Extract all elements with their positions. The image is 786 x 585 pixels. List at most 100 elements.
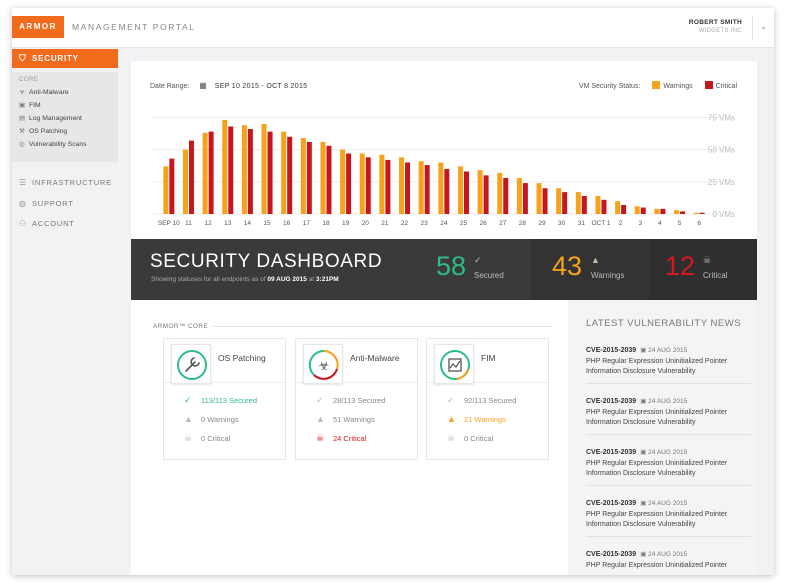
news-date-text: 24 AUG 2015 [648, 449, 688, 456]
x-tick-label: 17 [303, 220, 311, 227]
shield-icon: ⛉ [19, 53, 27, 63]
x-tick-label: 15 [263, 220, 271, 227]
chart-bar-critical [562, 192, 568, 214]
y-tick-label: 0 VMs [712, 210, 735, 219]
subtitle-time: 3:21PM [315, 276, 339, 283]
card-header: FIM [427, 339, 548, 384]
x-tick-label: 23 [421, 220, 429, 227]
stat-secured[interactable]: 58 ✓ Secured [421, 239, 531, 300]
sidebar-item-log-management[interactable]: ▤ Log Management [19, 114, 82, 122]
card-header: ☣ Anti-Malware [296, 339, 417, 384]
sidebar-item-label: Anti-Malware [29, 89, 69, 96]
core-label: CORE [19, 77, 39, 83]
document-icon: ▤ [19, 115, 26, 122]
x-tick-label: SEP 10 [158, 220, 180, 227]
sidebar-item-fim[interactable]: ▣ FIM [19, 101, 41, 109]
x-tick-label: 26 [479, 220, 487, 227]
chart-bar-critical [365, 157, 371, 214]
news-item[interactable]: CVE-2015-2039 ▣ 24 AUG 2015 PHP Regular E… [586, 345, 751, 377]
card-title: FIM [481, 353, 496, 363]
sidebar-item-infrastructure[interactable]: ☰ INFRASTRUCTURE [19, 178, 112, 187]
card-title: OS Patching [218, 353, 266, 363]
stat-critical[interactable]: 12 ☠ Critical [649, 239, 757, 300]
news-cve-id[interactable]: CVE-2015-2039 [586, 500, 636, 507]
date-range-value[interactable]: SEP 10 2015 - OCT 8 2015 [215, 83, 308, 90]
row-text: 28/113 Secured [333, 396, 386, 405]
news-item[interactable]: CVE-2015-2039 ▣ 24 AUG 2015 PHP Regular E… [586, 447, 751, 479]
date-range[interactable]: Date Range: ▦ SEP 10 2015 - OCT 8 2015 [150, 81, 307, 90]
card-row-secured: ✓ 28/113 Secured [316, 395, 385, 406]
news-cve-id[interactable]: CVE-2015-2039 [586, 398, 636, 405]
news-item[interactable]: CVE-2015-2039 ▣ 24 AUG 2015 PHP Regular E… [586, 498, 751, 530]
sidebar-item-security[interactable]: ⛉ SECURITY [12, 49, 118, 68]
news-item[interactable]: CVE-2015-2039 ▣ 24 AUG 2015 PHP Regular E… [586, 396, 751, 428]
chart-bar-warnings [457, 166, 463, 214]
card-row-warnings: ▲ 51 Warnings [316, 414, 375, 424]
chart-bar-warnings [359, 153, 365, 214]
legend-swatch-warnings [652, 81, 661, 89]
sidebar: ⛉ SECURITY CORE ☣ Anti-Malware ▣ FIM ▤ Log … [12, 48, 118, 575]
news-divider [586, 485, 751, 486]
stat-secured-label: Secured [474, 271, 504, 280]
chart-bar-critical [581, 195, 587, 214]
chart-bar-warnings [654, 208, 660, 214]
sidebar-item-account[interactable]: ⚇ ACCOUNT [19, 219, 75, 228]
news-cve-id[interactable]: CVE-2015-2039 [586, 347, 636, 354]
chart-bar-critical [640, 207, 646, 214]
chevron-down-icon[interactable]: ⌄ [760, 22, 767, 31]
user-org: WIDGETS INC [698, 28, 742, 34]
news-desc-line: PHP Regular Expression Uninitialized Poi… [586, 511, 728, 518]
sidebar-item-os-patching[interactable]: ⚒ OS Patching [19, 127, 67, 135]
chart-bar-critical [621, 204, 627, 214]
server-icon: ☰ [19, 178, 27, 187]
sidebar-item-support[interactable]: ◍ SUPPORT [19, 199, 74, 208]
chart-bar-warnings [281, 131, 287, 214]
chart-bar-warnings [241, 125, 247, 214]
core-card-fim[interactable]: FIM ✓ 92/113 Secured ▲ 21 Warnings ☠ 0 Crit… [426, 338, 549, 460]
row-text: 51 Warnings [333, 415, 375, 424]
news-cve-id[interactable]: CVE-2015-2039 [586, 449, 636, 456]
news-cve-id[interactable]: CVE-2015-2039 [586, 551, 636, 558]
sidebar-item-vulnerability-scans[interactable]: ◎ Vulnerability Scans [19, 140, 87, 148]
warning-icon: ▲ [447, 414, 456, 424]
core-card-os-patching[interactable]: OS Patching ✓ 113/113 Secured ▲ 0 Warnings… [163, 338, 286, 460]
warning-icon: ▲ [316, 414, 325, 424]
top-bar: ARMOR MANAGEMENT PORTAL ROBERT SMITH WID… [12, 8, 774, 48]
card-row-critical: ☠ 0 Critical [184, 433, 230, 444]
news-date: ▣ 24 AUG 2015 [640, 500, 688, 507]
row-text: 24 Critical [333, 434, 367, 443]
row-text: 0 Warnings [201, 415, 239, 424]
news-date: ▣ 24 AUG 2015 [640, 347, 688, 354]
subtitle-date: 09 AUG 2015 [267, 276, 307, 283]
news-divider [586, 383, 751, 384]
stat-warnings[interactable]: 43 ▲ Warnings [531, 239, 649, 300]
calendar-icon[interactable]: ▦ [199, 81, 207, 90]
core-card-anti-malware[interactable]: ☣ Anti-Malware ✓ 28/113 Secured ▲ 51 Warni… [295, 338, 418, 460]
user-menu[interactable]: ROBERT SMITH WIDGETS INC [689, 19, 742, 34]
news-divider [586, 434, 751, 435]
sidebar-item-anti-malware[interactable]: ☣ Anti-Malware [19, 88, 69, 96]
vm-status-label: VM Security Status: [578, 83, 641, 90]
check-circle-icon: ✓ [447, 395, 455, 405]
card-header: OS Patching [164, 339, 285, 384]
stat-critical-label: Critical [703, 271, 728, 280]
news-description: PHP Regular Expression Uninitialized Poi… [586, 459, 751, 479]
chart-bar-critical [247, 129, 253, 214]
news-desc-line: Information Disclosure Vulnerability [586, 368, 696, 375]
core-section-title: ARMOR™ CORE [153, 323, 209, 330]
news-item[interactable]: CVE-2015-2039 ▣ 24 AUG 2015 PHP Regular E… [586, 549, 751, 571]
sidebar-item-label: FIM [29, 102, 41, 109]
news-date-text: 24 AUG 2015 [648, 551, 688, 558]
x-tick-label: 18 [322, 220, 330, 227]
chart-bar-critical [287, 136, 293, 214]
chart-bar-critical [228, 126, 234, 214]
x-tick-label: 16 [283, 220, 291, 227]
wrench-icon: ⚒ [19, 128, 25, 135]
news-title: LATEST VULNERABILITY NEWS [586, 318, 742, 329]
core-submenu: CORE ☣ Anti-Malware ▣ FIM ▤ Log Management … [12, 72, 118, 162]
legend-label-warnings: Warnings [663, 83, 693, 90]
armor-logo[interactable]: ARMOR [12, 16, 64, 38]
header-divider [752, 16, 753, 40]
chart-bar-critical [306, 141, 312, 214]
stat-warnings-label: Warnings [591, 271, 625, 280]
